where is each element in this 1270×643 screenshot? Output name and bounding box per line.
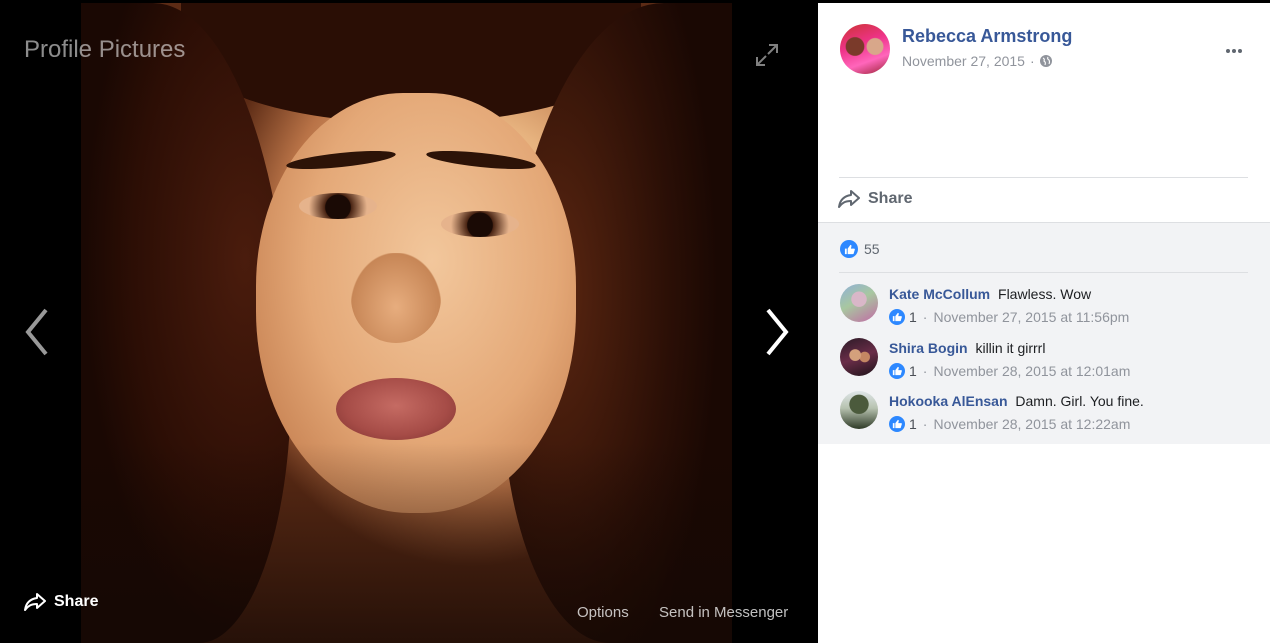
- post-panel: Rebecca Armstrong November 27, 2015 · Sh…: [818, 3, 1270, 643]
- chevron-right-icon[interactable]: [762, 307, 792, 357]
- post-divider: [839, 177, 1248, 178]
- share-arrow-icon: [838, 190, 860, 208]
- photo-bottom-shadow: [81, 443, 732, 643]
- post-share-button[interactable]: Share: [838, 189, 912, 209]
- thumbs-up-icon: [889, 363, 905, 379]
- photo-share-button[interactable]: Share: [24, 592, 98, 612]
- comment-text: killin it girrrl: [975, 340, 1046, 356]
- comments-divider: [839, 272, 1248, 273]
- chevron-left-icon[interactable]: [22, 307, 52, 357]
- commenter-avatar[interactable]: [840, 391, 878, 429]
- expand-icon[interactable]: [754, 42, 780, 68]
- meta-separator: ·: [1029, 53, 1035, 69]
- photo-lips: [336, 378, 456, 440]
- comment-like-count[interactable]: 1: [909, 309, 917, 325]
- album-title[interactable]: Profile Pictures: [24, 36, 185, 64]
- comment-timestamp[interactable]: November 27, 2015 at 11:56pm: [933, 309, 1129, 325]
- globe-icon[interactable]: [1039, 55, 1052, 67]
- comment-timestamp[interactable]: November 28, 2015 at 12:01am: [933, 363, 1130, 379]
- post-header-section: Rebecca Armstrong November 27, 2015 · Sh…: [818, 3, 1270, 222]
- commenter-avatar[interactable]: [840, 338, 878, 376]
- comment-like-count[interactable]: 1: [909, 416, 917, 432]
- more-dots-icon[interactable]: [1223, 40, 1245, 62]
- comment-timestamp[interactable]: November 28, 2015 at 12:22am: [933, 416, 1130, 432]
- poster-avatar[interactable]: [840, 24, 890, 74]
- commenter-name[interactable]: Shira Bogin: [889, 340, 968, 356]
- send-in-messenger-link[interactable]: Send in Messenger: [659, 604, 788, 621]
- photo-viewer: Profile Pictures Share Options Send in M…: [0, 0, 818, 643]
- like-count: 55: [864, 241, 880, 257]
- comment-text-line: Kate McCollum Flawless. Wow: [889, 286, 1091, 302]
- comments-section: 55 Kate McCollum Flawless. Wow 1 · Novem…: [818, 222, 1270, 444]
- photo-eye-left: [299, 193, 377, 219]
- comment-separator: ·: [922, 363, 928, 379]
- comment-text-line: Shira Bogin killin it girrrl: [889, 340, 1045, 356]
- poster-name[interactable]: Rebecca Armstrong: [902, 26, 1072, 47]
- share-arrow-icon: [24, 593, 46, 611]
- thumbs-up-icon: [840, 240, 858, 258]
- comment-meta: 1 · November 27, 2015 at 11:56pm: [889, 309, 1129, 325]
- comment-meta: 1 · November 28, 2015 at 12:01am: [889, 363, 1130, 379]
- comment-like-count[interactable]: 1: [909, 363, 917, 379]
- photo-share-label: Share: [54, 593, 99, 610]
- commenter-name[interactable]: Hokooka AlEnsan: [889, 393, 1008, 409]
- post-date[interactable]: November 27, 2015: [902, 53, 1025, 69]
- comment-text: Damn. Girl. You fine.: [1015, 393, 1144, 409]
- comment-text-line: Hokooka AlEnsan Damn. Girl. You fine.: [889, 393, 1144, 409]
- comment-separator: ·: [922, 309, 928, 325]
- thumbs-up-icon: [889, 309, 905, 325]
- thumbs-up-icon: [889, 416, 905, 432]
- profile-photo[interactable]: [81, 3, 732, 643]
- commenter-avatar[interactable]: [840, 284, 878, 322]
- comment-meta: 1 · November 28, 2015 at 12:22am: [889, 416, 1130, 432]
- comment-separator: ·: [922, 416, 928, 432]
- post-meta: November 27, 2015 ·: [902, 53, 1052, 69]
- commenter-name[interactable]: Kate McCollum: [889, 286, 990, 302]
- post-share-label: Share: [868, 190, 913, 207]
- options-link[interactable]: Options: [577, 604, 629, 621]
- photo-eye-right: [441, 211, 519, 237]
- reactions-summary[interactable]: 55: [840, 240, 880, 258]
- photo-nose: [351, 253, 441, 343]
- comment-text: Flawless. Wow: [998, 286, 1092, 302]
